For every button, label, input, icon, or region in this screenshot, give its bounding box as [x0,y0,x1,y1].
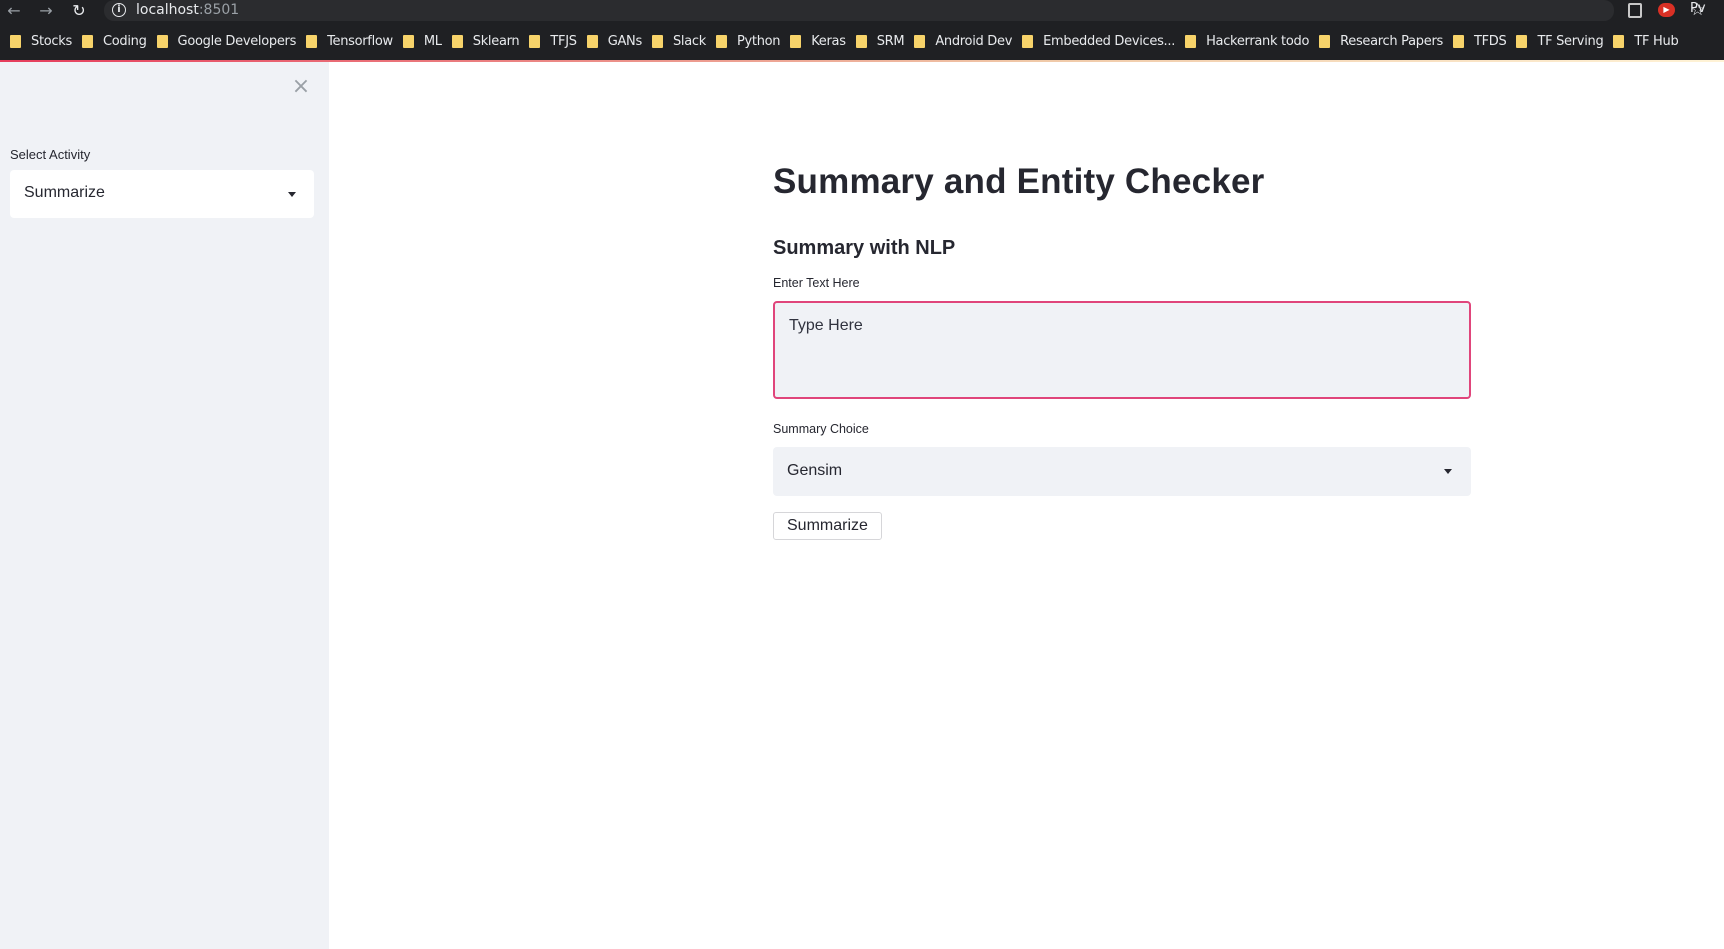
summary-choice-value: Gensim [787,462,843,479]
bookmark-label: Python [736,33,781,49]
bookmark-item[interactable]: TF Hub [1603,28,1679,54]
bookmark-item[interactable]: Research Papers [1309,28,1443,54]
text-input-area[interactable] [773,301,1471,399]
bookmark-label: ML [423,33,442,49]
bookmark-item[interactable]: Stocks [0,28,72,54]
bookmark-label: Sklearn [472,33,520,49]
bookmark-item[interactable]: TF Serving [1506,28,1604,54]
bookmark-label: Tensorflow [327,33,393,49]
folder-icon [1613,34,1625,48]
select-activity-label: Select Activity [10,147,91,162]
bookmark-label: TF Hub [1634,33,1679,49]
folder-icon [156,34,168,48]
bookmark-label: Slack [672,33,706,49]
bookmark-label: Keras [811,33,846,49]
folder-icon [1319,34,1331,48]
bookmark-label: Stocks [31,33,72,49]
folder-icon [586,34,598,48]
browser-chrome: ← → ↻ i localhost:8501 ☆ ▶ Pv Stocks Codi… [0,0,1724,62]
folder-icon [1022,34,1034,48]
bookmark-item[interactable]: Embedded Devices... [1012,28,1175,54]
info-icon[interactable]: i [112,3,126,17]
bookmark-item[interactable]: Slack [642,28,706,54]
select-activity-value: Summarize [24,184,105,201]
bookmark-item[interactable]: TFDS [1443,28,1507,54]
url-text: localhost:8501 [136,2,240,18]
folder-icon [790,34,802,48]
folder-icon [855,34,867,48]
bookmark-item[interactable]: GANs [577,28,642,54]
page-title: Summary and Entity Checker [773,162,1265,201]
summarize-button[interactable]: Summarize [773,512,882,540]
extension-icon[interactable] [1628,3,1642,18]
folder-icon [1452,34,1464,48]
summary-choice-label: Summary Choice [773,422,869,436]
bookmark-label: Google Developers [177,33,297,49]
folder-icon [1185,34,1197,48]
folder-icon [529,34,541,48]
bookmark-label: TF Serving [1537,33,1604,49]
folder-icon [402,34,414,48]
folder-icon [306,34,318,48]
chevron-down-icon [288,192,296,197]
folder-icon [1516,34,1528,48]
bookmark-label: TFJS [550,33,577,49]
folder-icon [715,34,727,48]
bookmark-label: Research Papers [1340,33,1443,49]
main-content: Summary and Entity Checker Summary with … [329,62,1724,949]
bookmark-label: SRM [876,33,905,49]
bookmark-label: Hackerrank todo [1206,33,1310,49]
sidebar: × Select Activity Summarize [0,62,329,949]
bookmark-item[interactable]: Google Developers [147,28,297,54]
address-bar-row: ← → ↻ i localhost:8501 ☆ ▶ Pv [0,0,1724,22]
bookmarks-bar: Stocks Coding Google Developers Tensorflow M… [0,28,1724,54]
bookmark-item[interactable]: TFJS [519,28,577,54]
bookmark-item[interactable]: Keras [780,28,846,54]
bookmark-item[interactable]: Hackerrank todo [1175,28,1309,54]
select-activity-dropdown[interactable]: Summarize [10,170,314,218]
youtube-extension-icon[interactable]: ▶ [1658,3,1675,17]
text-input-label: Enter Text Here [773,276,860,290]
summary-choice-dropdown[interactable]: Gensim [773,447,1471,496]
bookmark-item[interactable]: Tensorflow [296,28,393,54]
reload-icon[interactable]: ↻ [68,1,90,21]
bookmark-item[interactable]: Android Dev [904,28,1012,54]
bookmark-item[interactable]: Coding [72,28,147,54]
folder-icon [651,34,663,48]
forward-arrow-icon[interactable]: → [35,1,57,21]
profile-label[interactable]: Pv [1690,1,1706,16]
bookmark-label: Android Dev [935,33,1013,49]
folder-icon [81,34,93,48]
back-arrow-icon[interactable]: ← [3,1,25,21]
bookmark-item[interactable]: SRM [846,28,905,54]
bookmark-item[interactable]: Python [706,28,781,54]
bookmark-item[interactable]: Sklearn [442,28,520,54]
folder-icon [451,34,463,48]
bookmark-item[interactable]: ML [393,28,442,54]
address-bar[interactable]: i localhost:8501 ☆ [104,0,1705,21]
bookmark-label: Coding [102,33,147,49]
bookmark-label: GANs [607,33,643,49]
section-subheader: Summary with NLP [773,237,956,259]
bookmark-label: Embedded Devices... [1043,33,1176,49]
bookmark-label: TFDS [1473,33,1507,49]
chevron-down-icon [1444,469,1452,474]
folder-icon [914,34,926,48]
folder-icon [10,34,21,48]
close-sidebar-icon[interactable]: × [290,76,312,98]
